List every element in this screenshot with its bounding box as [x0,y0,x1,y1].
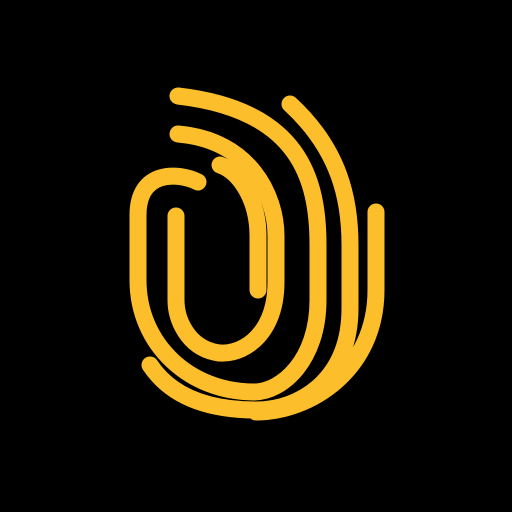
fingerprint-ridge-center [211,156,267,299]
fingerprint-icon [129,87,385,421]
app-icon-canvas [0,0,512,512]
